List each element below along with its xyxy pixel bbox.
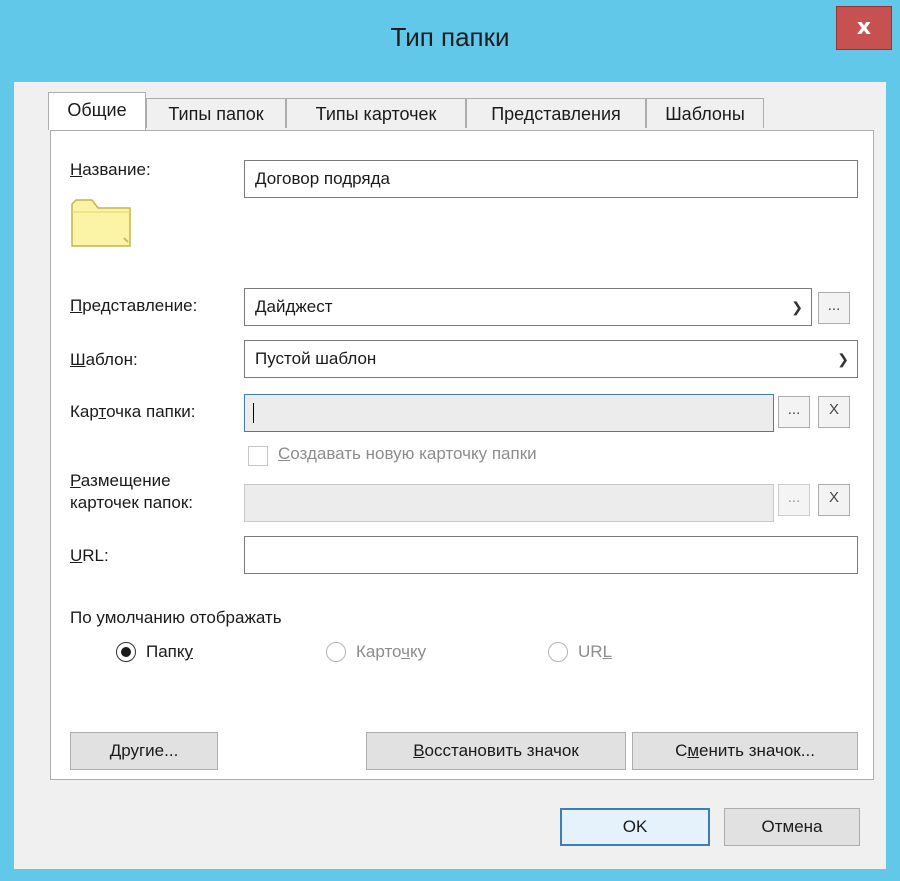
- other-button[interactable]: Другие...: [70, 732, 218, 770]
- restore-icon-button[interactable]: Восстановить значок: [366, 732, 626, 770]
- text-caret: [253, 403, 254, 423]
- view-select[interactable]: Дайджест ❯: [244, 288, 812, 326]
- radio-card[interactable]: [326, 642, 346, 662]
- close-button[interactable]: x: [836, 6, 892, 50]
- folder-icon[interactable]: [70, 194, 132, 248]
- view-select-value: Дайджест: [255, 297, 333, 316]
- folder-card-input[interactable]: [244, 394, 774, 432]
- radio-folder-label: Папку: [146, 642, 194, 661]
- folder-card-browse-button[interactable]: ...: [778, 396, 810, 428]
- window-title: Тип папки: [390, 22, 510, 52]
- view-browse-button[interactable]: ...: [818, 292, 850, 324]
- create-new-card-checkbox[interactable]: [248, 446, 268, 466]
- name-input[interactable]: Договор подряда: [244, 160, 858, 198]
- cancel-button[interactable]: Отмена: [724, 808, 860, 846]
- title-bar[interactable]: Тип папки x: [0, 0, 900, 82]
- default-display-caption: По умолчанию отображать: [70, 608, 282, 627]
- create-new-card-label: Создавать новую карточку папки: [278, 444, 537, 463]
- template-label: Шаблон:: [70, 350, 138, 369]
- view-label: Представление:: [70, 296, 198, 315]
- template-select-value: Пустой шаблон: [255, 349, 377, 368]
- close-icon: x: [856, 15, 872, 40]
- ok-button[interactable]: OK: [560, 808, 710, 846]
- placement-input[interactable]: [244, 484, 774, 522]
- dialog-window: Тип папки x Общие Типы папок Типы карточ…: [0, 0, 900, 881]
- radio-card-label: Карточку: [356, 642, 427, 661]
- folder-card-clear-button[interactable]: X: [818, 396, 850, 428]
- template-select[interactable]: Пустой шаблон ❯: [244, 340, 858, 378]
- radio-url[interactable]: [548, 642, 568, 662]
- placement-browse-button[interactable]: ...: [778, 484, 810, 516]
- folder-card-label: Карточка папки:: [70, 402, 196, 421]
- placement-label: Размещение карточек папок:: [70, 471, 193, 512]
- url-input[interactable]: [244, 536, 858, 574]
- name-label: Название:: [70, 160, 151, 179]
- placement-clear-button[interactable]: X: [818, 484, 850, 516]
- radio-selected-dot: [121, 647, 131, 657]
- dialog-client-area: Общие Типы папок Типы карточек Представл…: [14, 82, 886, 869]
- chevron-down-icon: ❯: [791, 299, 803, 315]
- radio-url-label: URL: [578, 642, 613, 661]
- url-label: URL:: [70, 546, 109, 565]
- radio-folder[interactable]: [116, 642, 136, 662]
- chevron-down-icon: ❯: [837, 351, 849, 367]
- change-icon-button[interactable]: Сменить значок...: [632, 732, 858, 770]
- tab-panel-content: Название: Договор подряда Представление:…: [14, 82, 886, 869]
